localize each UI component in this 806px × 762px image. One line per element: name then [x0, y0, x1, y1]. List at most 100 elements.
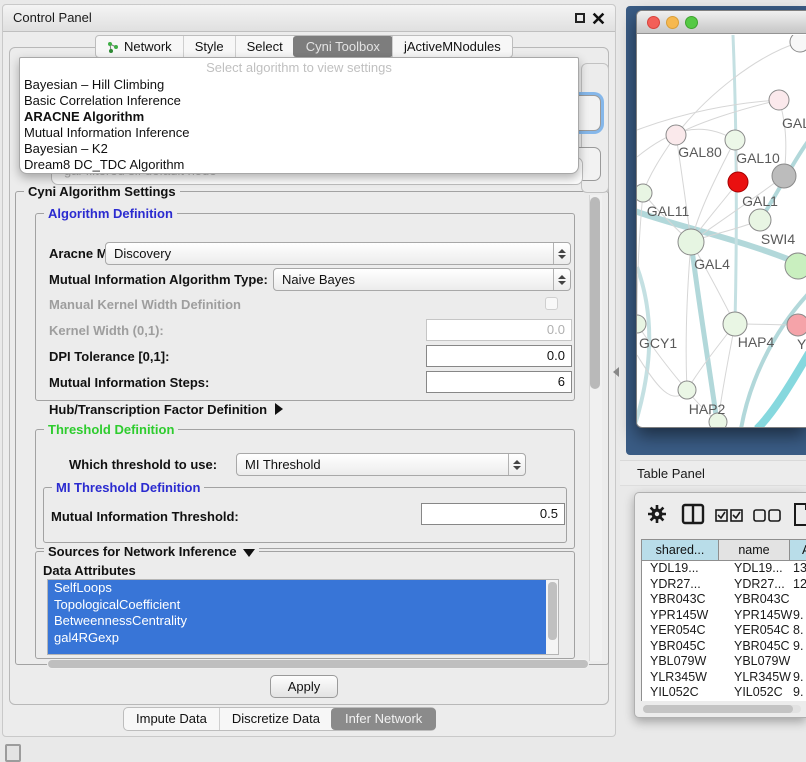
minimized-panel-icon[interactable]: [5, 744, 21, 762]
node-red-selected[interactable]: [728, 172, 748, 192]
table-row[interactable]: YBR043CYBR043C: [642, 592, 806, 608]
network-view-panel: GAL GAL80 GAL10 GAL1 GAL11 SWI4 GAL4 GCY…: [626, 6, 806, 455]
node[interactable]: [790, 35, 806, 52]
column-header-shared[interactable]: shared...: [641, 539, 719, 561]
cell-col3: 12: [793, 577, 806, 593]
tab-impute-data[interactable]: Impute Data: [124, 708, 219, 730]
data-attributes-list: SelfLoops TopologicalCoefficient Between…: [47, 579, 559, 655]
node-label: GAL80: [678, 144, 722, 160]
cell-name: YPR145W: [734, 608, 792, 624]
algorithm-option[interactable]: Basic Correlation Inference: [24, 93, 181, 109]
settings-scrollbar-thumb[interactable]: [590, 197, 600, 389]
data-attributes-label: Data Attributes: [43, 563, 136, 578]
mi-threshold-field[interactable]: 0.5: [421, 503, 565, 525]
close-traffic-icon[interactable]: [647, 16, 660, 29]
hub-section-toggle[interactable]: Hub/Transcription Factor Definition: [49, 402, 283, 417]
table-row[interactable]: YIL052CYIL052C9.: [642, 685, 806, 701]
node-gal11[interactable]: [637, 184, 652, 202]
manual-kernel-width-checkbox[interactable]: [545, 297, 558, 310]
table-row[interactable]: YLR345WYLR345W9.: [642, 670, 806, 686]
tab-jactivemnodules[interactable]: jActiveMNodules: [392, 36, 512, 57]
cell-name: YDL19...: [734, 561, 783, 577]
column-header-clipped[interactable]: A: [790, 539, 806, 561]
zoom-traffic-icon[interactable]: [685, 16, 698, 29]
node-gcy1[interactable]: [637, 315, 646, 333]
algorithm-option[interactable]: Bayesian – K2: [24, 141, 108, 157]
bottom-tabs: Impute Data Discretize Data Infer Networ…: [123, 707, 436, 731]
control-panel-titlebar: Control Panel: [3, 5, 615, 32]
node-label: SWI4: [761, 231, 795, 247]
node-gal4[interactable]: [678, 229, 704, 255]
table-row[interactable]: YPR145WYPR145W9.: [642, 608, 806, 624]
dpi-tolerance-field[interactable]: 0.0: [426, 345, 572, 367]
cell-col3: 8.: [793, 623, 803, 639]
tab-label: Select: [247, 36, 283, 57]
node-hap4[interactable]: [723, 312, 747, 336]
algorithm-option[interactable]: Mutual Information Inference: [24, 125, 189, 141]
kernel-width-field[interactable]: 0.0: [426, 319, 572, 341]
cell-shared: YBR045C: [650, 639, 706, 655]
table-row[interactable]: YBR045CYBR045C9.: [642, 639, 806, 655]
cell-name: YBL079W: [734, 654, 790, 670]
select-all-columns-icon[interactable]: [715, 509, 743, 522]
cell-shared: YBR043C: [650, 592, 706, 608]
algorithm-option[interactable]: Bayesian – Hill Climbing: [24, 77, 164, 93]
node-green-large[interactable]: [785, 253, 806, 279]
node-hap2[interactable]: [678, 381, 696, 399]
gear-icon[interactable]: [647, 503, 667, 525]
mi-steps-label: Mutual Information Steps:: [49, 375, 209, 390]
aracne-mode-combo[interactable]: Discovery: [105, 242, 571, 265]
node-label: HAP4: [738, 334, 775, 350]
mi-algorithm-type-combo[interactable]: Naive Bayes: [273, 268, 571, 291]
node-gray[interactable]: [772, 164, 796, 188]
node-gal1[interactable]: [749, 209, 771, 231]
panel-splitter-arrow-icon[interactable]: [613, 367, 619, 377]
algorithm-option[interactable]: Dream8 DC_TDC Algorithm: [24, 157, 184, 173]
apply-button[interactable]: Apply: [270, 675, 338, 698]
node-label: GAL4: [694, 256, 730, 272]
list-item[interactable]: [48, 646, 547, 655]
split-view-icon[interactable]: [681, 503, 705, 525]
close-icon[interactable]: [592, 12, 605, 25]
node-gal80[interactable]: [666, 125, 686, 145]
cell-name: YDR27...: [734, 577, 785, 593]
tab-select[interactable]: Select: [235, 36, 294, 57]
list-item[interactable]: gal4RGexp: [48, 630, 547, 647]
sources-group-toggle[interactable]: Sources for Network Inference: [44, 544, 259, 559]
column-header-name[interactable]: name: [719, 539, 790, 561]
list-item[interactable]: TopologicalCoefficient: [48, 597, 547, 614]
node-gal[interactable]: [769, 90, 789, 110]
table-horizontal-scrollbar-thumb[interactable]: [643, 705, 793, 713]
table-row[interactable]: YDL19...YDL19...13: [642, 561, 806, 577]
table-row[interactable]: YER054CYER054C8.: [642, 623, 806, 639]
node-salmon[interactable]: [787, 314, 806, 336]
mi-steps-field[interactable]: 6: [426, 371, 572, 393]
table-row[interactable]: YDR27...YDR27...12: [642, 577, 806, 593]
list-scrollbar-thumb[interactable]: [548, 582, 557, 640]
network-window-titlebar[interactable]: [637, 11, 806, 34]
list-item[interactable]: BetweennessCentrality: [48, 613, 547, 630]
list-item[interactable]: SelfLoops: [48, 580, 547, 597]
algorithm-dropdown-list: Select algorithm to view settings Bayesi…: [19, 57, 579, 174]
cell-shared: YER054C: [650, 623, 706, 639]
node-label: GAL11: [647, 203, 690, 219]
horizontal-scrollbar-thumb[interactable]: [48, 660, 588, 668]
minimize-traffic-icon[interactable]: [666, 16, 679, 29]
table-row[interactable]: YBL079WYBL079W: [642, 654, 806, 670]
group-title: Algorithm Definition: [44, 206, 177, 221]
mi-threshold-label: Mutual Information Threshold:: [51, 509, 239, 524]
tab-discretize-data[interactable]: Discretize Data: [219, 708, 332, 730]
page-icon[interactable]: [793, 502, 806, 527]
float-window-icon[interactable]: [575, 13, 585, 23]
tab-network[interactable]: Network: [96, 36, 183, 57]
tab-label: Style: [195, 36, 224, 57]
tab-style[interactable]: Style: [183, 36, 235, 57]
tab-cyni-toolbox[interactable]: Cyni Toolbox: [293, 36, 393, 57]
network-canvas[interactable]: GAL GAL80 GAL10 GAL1 GAL11 SWI4 GAL4 GCY…: [637, 35, 806, 428]
which-threshold-combo[interactable]: MI Threshold: [236, 453, 526, 476]
deselect-all-columns-icon[interactable]: [753, 509, 781, 522]
algorithm-option-highlighted[interactable]: ARACNE Algorithm: [24, 109, 144, 125]
collapsed-arrow-icon: [275, 403, 283, 415]
tab-infer-network[interactable]: Infer Network: [331, 708, 436, 730]
node-gal10[interactable]: [725, 130, 745, 150]
